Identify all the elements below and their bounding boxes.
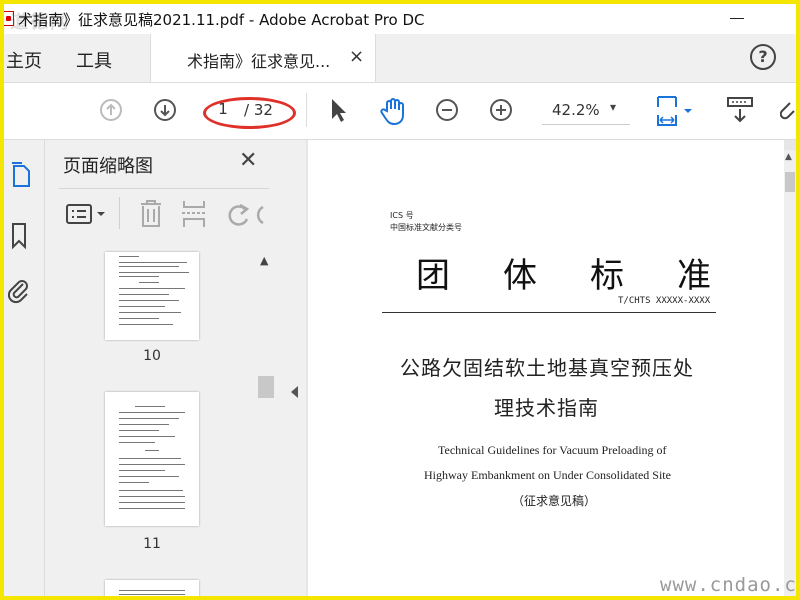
zoom-value: 42.2% <box>552 101 600 119</box>
english-title-line1: Technical Guidelines for Vacuum Preloadi… <box>438 443 667 457</box>
standard-number: T/CHTS XXXXX-XXXX <box>618 296 711 306</box>
watermark-bottom: www.cndao.com <box>660 574 797 596</box>
panel-toolbar <box>59 188 269 239</box>
prev-page-icon[interactable] <box>100 99 122 121</box>
scrollbar-thumb[interactable] <box>258 376 274 398</box>
select-arrow-icon[interactable] <box>328 97 348 127</box>
page-thumbnail[interactable] <box>105 252 199 340</box>
scrollbar-thumb[interactable] <box>785 172 795 192</box>
zoom-select[interactable]: 42.2% ▾ <box>542 98 630 125</box>
thumbnail-page-number: 10 <box>143 348 161 364</box>
help-icon[interactable]: ? <box>750 44 776 70</box>
close-panel-button[interactable]: ✕ <box>239 148 257 173</box>
document-scrollbar[interactable]: ▲ <box>784 150 796 596</box>
pdf-page: ICS 号 中国标准文献分类号 团体标准 T/CHTS XXXXX-XXXX 公… <box>308 140 784 596</box>
toolbar-divider <box>306 93 307 127</box>
minimize-button[interactable] <box>730 18 744 19</box>
attachment-icon[interactable] <box>7 276 30 310</box>
hand-tool-icon[interactable] <box>378 95 410 131</box>
tab-home[interactable]: 主页 <box>6 47 42 73</box>
delete-page-icon[interactable] <box>139 199 163 233</box>
page-thumbnail[interactable] <box>105 392 199 526</box>
options-menu-icon[interactable] <box>65 203 109 229</box>
zoom-out-icon[interactable] <box>436 99 458 121</box>
close-tab-button[interactable]: × <box>349 46 364 67</box>
english-title-line2: Highway Embankment on Under Consolidated… <box>424 468 671 482</box>
ics-line: ICS 号 <box>390 211 414 220</box>
toolbar: 1 / 32 42.2% ▾ <box>4 83 796 140</box>
thumbnail-panel: 页面缩略图 ✕ 10 11 ▲ <box>45 140 285 596</box>
classification-line: 中国标准文献分类号 <box>390 223 462 232</box>
panel-title: 页面缩略图 <box>63 156 153 177</box>
link-icon[interactable] <box>779 99 796 129</box>
draft-label: （征求意见稿） <box>512 494 597 508</box>
extract-icon[interactable] <box>181 199 207 233</box>
next-page-icon[interactable] <box>154 99 176 121</box>
collapse-arrow-icon <box>291 386 298 398</box>
chevron-down-icon: ▾ <box>610 100 617 114</box>
page-thumbnails-icon[interactable] <box>10 160 32 194</box>
document-tab-label: 术指南》征求意见... <box>187 52 331 71</box>
title-bar: 道德网 术指南》征求意见稿2021.11.pdf - Adobe Acrobat… <box>4 4 796 34</box>
chinese-title-line1: 公路欠固结软土地基真空预压处 <box>400 356 694 380</box>
fit-page-icon[interactable] <box>654 93 698 133</box>
app-window: 道德网 术指南》征求意见稿2021.11.pdf - Adobe Acrobat… <box>0 0 800 600</box>
panel-collapse-handle[interactable] <box>284 140 306 596</box>
page-thumbnail[interactable] <box>105 580 199 596</box>
tab-tools[interactable]: 工具 <box>76 47 112 73</box>
scroll-up-icon[interactable]: ▲ <box>785 152 792 162</box>
tab-bar: 主页 工具 术指南》征求意见... × ? <box>4 34 796 83</box>
panel-divider <box>119 197 120 229</box>
left-icon-rail <box>4 140 45 596</box>
thumbnail-scrollbar[interactable]: ▲ <box>257 250 275 596</box>
scroll-up-icon[interactable]: ▲ <box>260 254 268 267</box>
bookmark-icon[interactable] <box>10 222 28 254</box>
window-title: 术指南》征求意见稿2021.11.pdf - Adobe Acrobat Pro… <box>18 11 425 29</box>
standard-type-title: 团体标准 <box>416 256 764 296</box>
title-rule <box>382 312 716 313</box>
zoom-in-icon[interactable] <box>490 99 512 121</box>
ics-code: ICS 号 中国标准文献分类号 <box>390 210 462 234</box>
red-annotation-circle <box>203 97 296 129</box>
thumbnail-page-number: 11 <box>143 536 161 552</box>
scroll-mode-icon[interactable] <box>726 95 756 131</box>
chinese-title-line2: 理技术指南 <box>494 396 599 420</box>
tab-document[interactable]: 术指南》征求意见... × <box>150 34 376 82</box>
document-view[interactable]: ICS 号 中国标准文献分类号 团体标准 T/CHTS XXXXX-XXXX 公… <box>306 140 796 596</box>
rotate-icon[interactable] <box>223 201 267 231</box>
